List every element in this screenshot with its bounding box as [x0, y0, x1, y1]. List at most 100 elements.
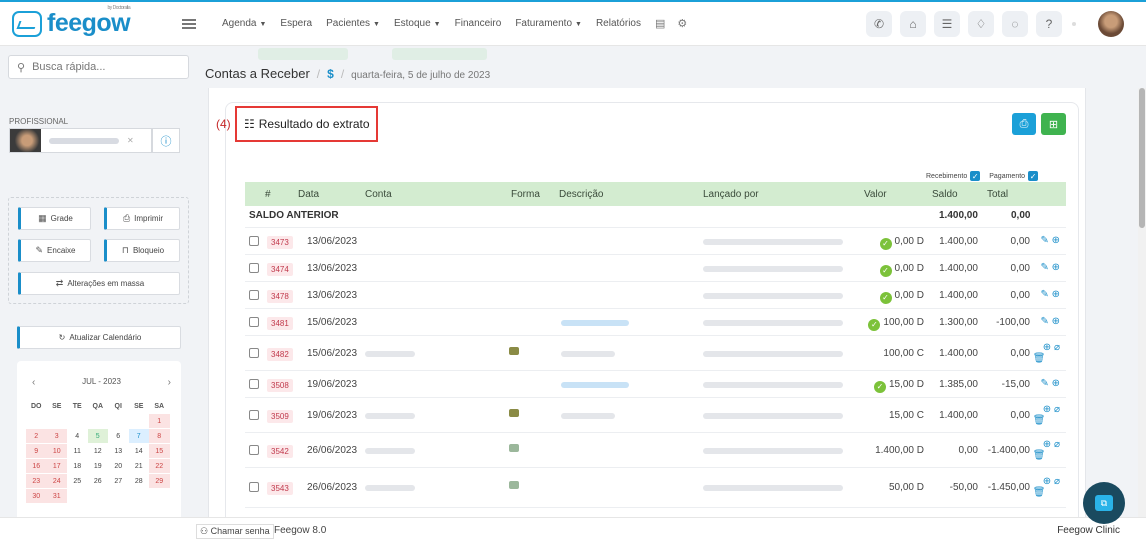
bell-icon[interactable]: ♢: [968, 11, 994, 37]
calendar-day[interactable]: 17: [46, 459, 67, 473]
nav-agenda[interactable]: Agenda ▼: [222, 18, 266, 29]
row-checkbox[interactable]: [249, 410, 259, 420]
scrollbar[interactable]: [1138, 88, 1146, 522]
calendar-day[interactable]: 30: [26, 489, 47, 503]
calendar-day[interactable]: 26: [88, 474, 109, 488]
settings-icon[interactable]: ⚙: [677, 17, 687, 30]
calendar-day[interactable]: 15: [149, 444, 170, 458]
info-icon[interactable]: ⓘ: [152, 128, 180, 153]
edit-icon[interactable]: ✎: [1040, 289, 1048, 300]
trash-icon[interactable]: 🗑: [1033, 487, 1046, 498]
excel-button[interactable]: ⊞: [1041, 113, 1066, 135]
row-checkbox[interactable]: [249, 263, 259, 273]
chat-icon[interactable]: ◌: [1002, 11, 1028, 37]
row-checkbox[interactable]: [249, 317, 259, 327]
calendar-day[interactable]: 21: [129, 459, 150, 473]
col-saldo[interactable]: Saldo: [932, 189, 958, 200]
col-conta[interactable]: Conta: [365, 189, 392, 200]
quick-search-input[interactable]: ⚲ Busca rápida...: [8, 55, 189, 79]
calendar-day[interactable]: 7: [128, 429, 149, 443]
row-id[interactable]: 3509: [267, 410, 293, 423]
nav-espera[interactable]: Espera: [280, 18, 312, 29]
attach-icon[interactable]: ⌀: [1054, 439, 1060, 450]
clear-icon[interactable]: ✕: [127, 136, 134, 145]
calendar-day[interactable]: 5: [87, 429, 108, 443]
nav-estoque[interactable]: Estoque ▼: [394, 18, 441, 29]
chamar-senha-button[interactable]: ⚇ Chamar senha: [196, 524, 274, 539]
calendar-day[interactable]: 3: [46, 429, 67, 443]
zoom-icon[interactable]: ⊕: [1043, 476, 1051, 487]
edit-icon[interactable]: ✎: [1040, 316, 1048, 327]
row-id[interactable]: 3542: [267, 445, 293, 458]
col-descricao[interactable]: Descrição: [559, 189, 603, 200]
row-id[interactable]: 3473: [267, 236, 293, 249]
attach-icon[interactable]: ⌀: [1054, 476, 1060, 487]
edit-icon[interactable]: ✎: [1040, 235, 1048, 246]
col-data[interactable]: Data: [298, 189, 319, 200]
calendar-day[interactable]: 13: [108, 444, 129, 458]
prev-month-icon[interactable]: ‹: [32, 377, 35, 388]
col-valor[interactable]: Valor: [864, 189, 887, 200]
row-checkbox[interactable]: [249, 290, 259, 300]
calendar-day[interactable]: 11: [67, 444, 88, 458]
print-button[interactable]: ⎙: [1012, 113, 1036, 135]
trash-icon[interactable]: 🗑: [1033, 450, 1046, 461]
row-id[interactable]: 3482: [267, 348, 293, 361]
grade-button[interactable]: ▦ Grade: [18, 207, 91, 230]
edit-icon[interactable]: ✎: [1040, 262, 1048, 273]
calendar-day[interactable]: 6: [108, 429, 129, 443]
zoom-icon[interactable]: ⊕: [1052, 378, 1060, 389]
scrollbar-thumb[interactable]: [1139, 88, 1145, 228]
zoom-icon[interactable]: ⊕: [1043, 342, 1051, 353]
attach-icon[interactable]: ⌀: [1054, 404, 1060, 415]
attach-icon[interactable]: ⌀: [1054, 342, 1060, 353]
row-id[interactable]: 3478: [267, 290, 293, 303]
zoom-icon[interactable]: ⊕: [1052, 235, 1060, 246]
calendar-day[interactable]: 9: [26, 444, 47, 458]
nav-financeiro[interactable]: Financeiro: [455, 18, 502, 29]
trash-icon[interactable]: 🗑: [1033, 353, 1046, 364]
list-icon[interactable]: ☰: [934, 11, 960, 37]
profissional-select[interactable]: ✕: [9, 128, 152, 153]
encaixe-button[interactable]: ✎ Encaixe: [18, 239, 91, 262]
calendar-day[interactable]: 16: [26, 459, 47, 473]
calendar-day[interactable]: 27: [108, 474, 129, 488]
calendar-day[interactable]: 4: [67, 429, 88, 443]
row-id[interactable]: 3474: [267, 263, 293, 276]
next-month-icon[interactable]: ›: [168, 377, 171, 388]
zoom-icon[interactable]: ⊕: [1043, 404, 1051, 415]
database-icon[interactable]: ▤: [655, 17, 665, 30]
col-forma[interactable]: Forma: [511, 189, 540, 200]
zoom-icon[interactable]: ⊕: [1052, 289, 1060, 300]
row-id[interactable]: 3508: [267, 379, 293, 392]
zoom-icon[interactable]: ⊕: [1052, 262, 1060, 273]
col-total[interactable]: Total: [987, 189, 1008, 200]
calendar-day[interactable]: 23: [26, 474, 47, 488]
nav-relatorios[interactable]: Relatórios: [596, 18, 641, 29]
calendar-day[interactable]: 10: [46, 444, 67, 458]
phone-icon[interactable]: ✆: [866, 11, 892, 37]
calendar-day[interactable]: 25: [67, 474, 88, 488]
calendar-day[interactable]: 20: [108, 459, 129, 473]
row-id[interactable]: 3481: [267, 317, 293, 330]
row-checkbox[interactable]: [249, 379, 259, 389]
atualizar-calendario-button[interactable]: ↻ Atualizar Calendário: [17, 326, 181, 349]
row-checkbox[interactable]: [249, 236, 259, 246]
row-id[interactable]: 3543: [267, 482, 293, 495]
calendar-day[interactable]: 18: [67, 459, 88, 473]
nav-pacientes[interactable]: Pacientes ▼: [326, 18, 380, 29]
calendar-day[interactable]: 8: [149, 429, 170, 443]
trash-icon[interactable]: 🗑: [1033, 415, 1046, 426]
calendar-day[interactable]: 29: [149, 474, 170, 488]
help-icon[interactable]: ?: [1036, 11, 1062, 37]
row-checkbox[interactable]: [249, 482, 259, 492]
row-checkbox[interactable]: [249, 445, 259, 455]
chat-launcher[interactable]: ⧉: [1083, 482, 1125, 524]
imprimir-button[interactable]: ⎙ Imprimir: [104, 207, 180, 230]
zoom-icon[interactable]: ⊕: [1043, 439, 1051, 450]
dollar-icon[interactable]: $: [327, 67, 334, 81]
pagamento-checkbox[interactable]: ✓: [1028, 171, 1039, 181]
alteracoes-em-massa-button[interactable]: ⇄ Alterações em massa: [18, 272, 180, 295]
recebimento-checkbox[interactable]: ✓: [970, 171, 981, 181]
calendar-day[interactable]: 31: [46, 489, 67, 503]
